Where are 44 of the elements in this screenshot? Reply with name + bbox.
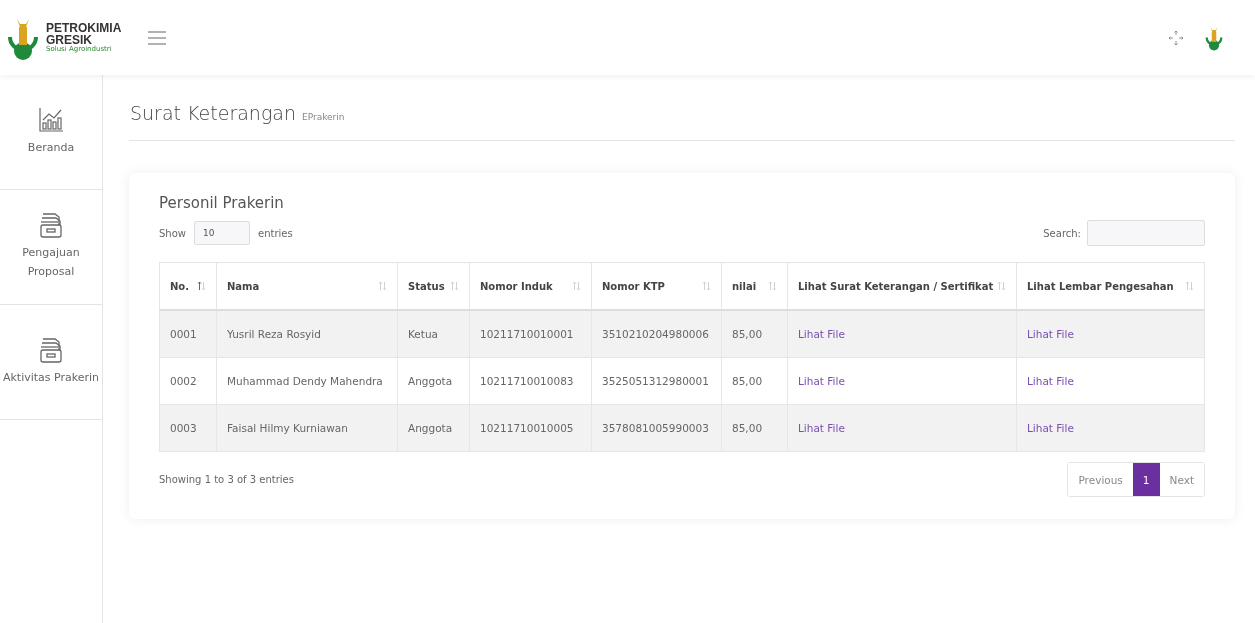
view-file-link[interactable]: Lihat File xyxy=(798,328,845,340)
table-cell: Muhammad Dendy Mahendra xyxy=(216,357,398,405)
search-label: Search: xyxy=(1043,227,1081,239)
logo-text: GRESIK xyxy=(46,34,92,46)
table-cell: Yusril Reza Rosyid xyxy=(216,310,398,358)
fullscreen-arrows-icon[interactable] xyxy=(1169,30,1183,45)
logo-text: PETROKIMIA xyxy=(46,22,122,34)
view-file-link[interactable]: Lihat File xyxy=(798,422,845,434)
page-subtitle: EPrakerin xyxy=(302,112,345,122)
drawer-icon xyxy=(38,336,64,363)
entries-label: entries xyxy=(258,227,293,239)
search-field[interactable] xyxy=(1087,220,1205,246)
table-cell: 10211710010001 xyxy=(469,310,592,358)
show-label: Show xyxy=(159,227,186,239)
sidebar-item[interactable]: Pengajuan Proposal xyxy=(0,190,102,305)
table-cell: 3578081005990003 xyxy=(591,404,722,452)
table-cell: 3510210204980006 xyxy=(591,310,722,358)
page-button[interactable]: 1 xyxy=(1132,463,1160,496)
entries-select[interactable]: 10 xyxy=(194,221,250,245)
table-cell: 85,00 xyxy=(721,404,788,452)
view-file-link[interactable]: Lihat File xyxy=(1027,328,1074,340)
card-title: Personil Prakerin xyxy=(159,194,284,212)
entries-info: Showing 1 to 3 of 3 entries xyxy=(159,474,294,485)
table-cell: 85,00 xyxy=(721,357,788,405)
sidebar-item[interactable]: Aktivitas Prakerin xyxy=(0,305,102,420)
table-cell: Faisal Hilmy Kurniawan xyxy=(216,404,398,452)
table-cell: 3525051312980001 xyxy=(591,357,722,405)
menu-icon[interactable] xyxy=(148,30,166,45)
table-cell: 0003 xyxy=(159,404,217,452)
drawer-icon xyxy=(38,212,64,239)
table-cell: 10211710010005 xyxy=(469,404,592,452)
table-cell: Anggota xyxy=(397,357,470,405)
view-file-link[interactable]: Lihat File xyxy=(1027,375,1074,387)
table-cell: 10211710010083 xyxy=(469,357,592,405)
table-cell: 0002 xyxy=(159,357,217,405)
view-file-link[interactable]: Lihat File xyxy=(798,375,845,387)
table-cell: Anggota xyxy=(397,404,470,452)
table-cell: 0001 xyxy=(159,310,217,358)
table-cell: 85,00 xyxy=(721,310,788,358)
chart-icon xyxy=(38,106,64,133)
table-cell: Ketua xyxy=(397,310,470,358)
view-file-link[interactable]: Lihat File xyxy=(1027,422,1074,434)
sidebar-item[interactable]: Beranda xyxy=(0,75,102,190)
page-title: Surat Keterangan xyxy=(130,102,296,124)
